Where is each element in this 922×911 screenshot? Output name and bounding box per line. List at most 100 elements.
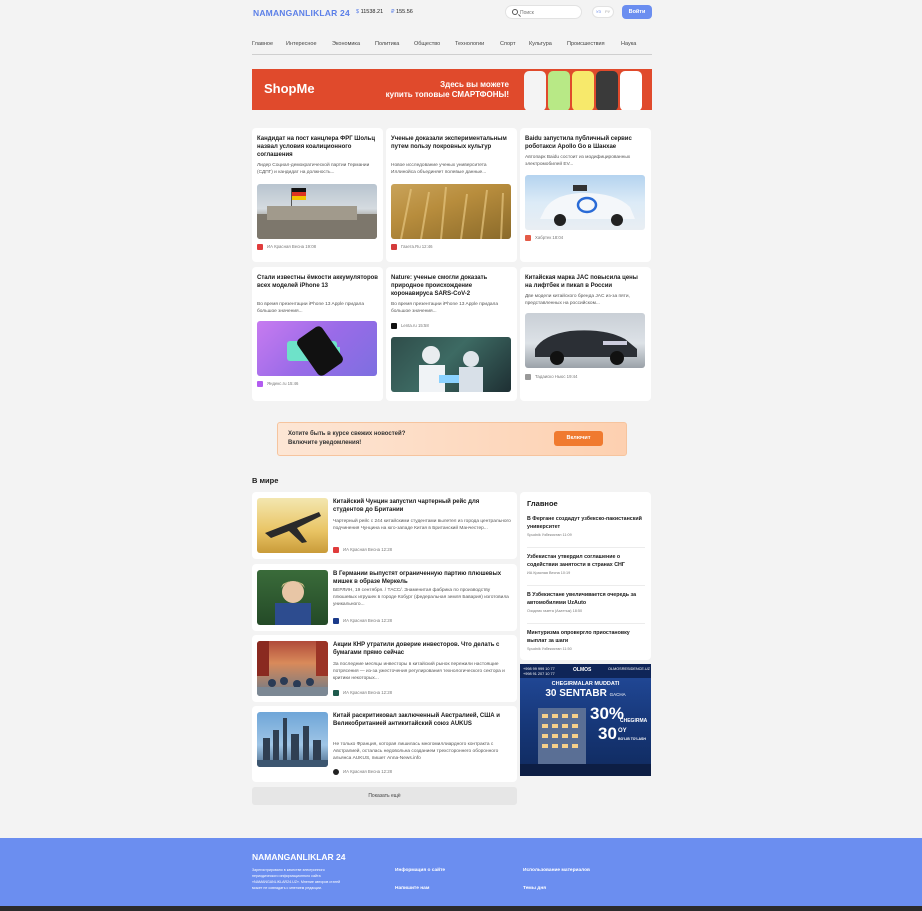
list-item[interactable]: Акции КНР утратили доверие инвесторов. Ч… — [252, 635, 517, 702]
rub-rate: ₽ 155.56 — [391, 9, 413, 15]
news-source: Яндекс.ru 15:46 — [257, 381, 298, 387]
news-title[interactable]: Кандидат на пост канцлера ФРГ Шольц назв… — [257, 135, 378, 159]
news-source: ИА Красная Весна 12:28 — [333, 690, 392, 696]
source-logo-icon — [333, 547, 339, 553]
nav-item[interactable]: Интересное — [286, 41, 317, 47]
realestate-ad[interactable]: +998 99 999 10 77 +998 91 207 10 77 OLMO… — [520, 664, 651, 776]
phone-image — [620, 71, 642, 110]
news-image[interactable] — [257, 498, 328, 553]
nav-item[interactable]: Главное — [252, 41, 273, 47]
news-source: ИА Красная Весна 12:28 — [333, 769, 392, 775]
sidebar-item-title[interactable]: Минтуризма опровергло приостановку выпла… — [527, 630, 645, 645]
sidebar-title: Главное — [527, 499, 558, 508]
news-image[interactable] — [257, 641, 328, 696]
footer-description: Зарегистрировано в качестве электронного… — [252, 868, 341, 890]
news-image[interactable] — [257, 321, 377, 376]
list-item[interactable]: Китайский Чунцин запустил чартерный рейс… — [252, 492, 517, 559]
sidebar-item-title[interactable]: В Узбекистане увеличивается очередь за а… — [527, 592, 645, 607]
news-title[interactable]: Акции КНР утратили доверие инвесторов. Ч… — [333, 641, 511, 657]
news-image[interactable] — [257, 570, 328, 625]
footer-logo[interactable]: NAMANGANLIKLAR 24 — [252, 852, 346, 862]
footer-link-about[interactable]: Информация о сайте — [395, 868, 445, 873]
phone-image — [524, 71, 546, 110]
usd-rate: $ 11538.21 — [356, 9, 383, 15]
news-card[interactable]: Кандидат на пост канцлера ФРГ Шольц назв… — [252, 128, 383, 262]
news-card[interactable]: Nature: ученые смогли доказать природное… — [386, 267, 517, 401]
news-card[interactable]: Baidu запустила публичный сервис роботак… — [520, 128, 651, 262]
news-title[interactable]: Китайский Чунцин запустил чартерный рейс… — [333, 498, 511, 514]
news-image[interactable] — [257, 712, 328, 767]
nav-item[interactable]: Политика — [375, 41, 399, 47]
news-desc: Новое исследование ученых университета И… — [391, 163, 487, 175]
footer-link-contact[interactable]: Напишите нам — [395, 886, 429, 891]
usd-sign: $ — [356, 9, 360, 15]
news-title[interactable]: Nature: ученые смогли доказать природное… — [391, 274, 512, 298]
nav-item[interactable]: Наука — [621, 41, 636, 47]
news-desc: Во время презентации iPhone 13 Apple при… — [391, 302, 499, 314]
news-title[interactable]: Стали известны ёмкости аккумуляторов все… — [257, 274, 378, 290]
login-button[interactable]: Войти — [622, 5, 652, 19]
source-logo-icon — [391, 323, 397, 329]
source-logo-icon — [333, 618, 339, 624]
news-source: Хабртек 18:04 — [525, 235, 563, 241]
sidebar-item[interactable]: В Фергане создадут узбекско-пакистанский… — [527, 516, 645, 537]
site-logo[interactable]: NAMANGANLIKLAR 24 — [253, 8, 350, 18]
news-image[interactable] — [525, 175, 645, 230]
list-item[interactable]: Китай раскритиковал заключенный Австрали… — [252, 706, 517, 782]
news-desc: Чартерный рейс с 244 китайскими студента… — [333, 519, 511, 531]
news-source: Тадаиско Ньюс 19:44 — [525, 374, 577, 380]
news-title[interactable]: Китай раскритиковал заключенный Австрали… — [333, 712, 511, 728]
nav-item[interactable]: Культура — [529, 41, 552, 47]
news-desc: Автопарк Baidu состоит из модифицированн… — [525, 155, 631, 167]
news-title[interactable]: В Германии выпустят ограниченную партию … — [333, 570, 511, 586]
nav-item[interactable]: Общество — [414, 41, 440, 47]
category-nav: Главное Интересное Экономика Политика Об… — [252, 40, 652, 55]
nav-item[interactable]: Технологии — [455, 41, 484, 47]
news-card[interactable]: Ученые доказали экспериментальным путем … — [386, 128, 517, 262]
footer-bottom-bar — [0, 906, 922, 911]
footer-link-usage[interactable]: Использование материалов — [523, 868, 590, 873]
news-title[interactable]: Baidu запустила публичный сервис роботак… — [525, 135, 646, 151]
sidebar-item-title[interactable]: Узбекистан утвердил соглашение о содейст… — [527, 554, 645, 569]
enable-notifications-button[interactable]: Включит — [554, 431, 603, 446]
search-box[interactable] — [505, 5, 582, 19]
robotaxi-image — [540, 185, 635, 226]
sidebar-item[interactable]: Узбекистан утвердил соглашение о содейст… — [527, 554, 645, 575]
phone-image — [572, 71, 594, 110]
divider — [527, 623, 645, 624]
news-desc: За последние месяцы инвесторы в китайски… — [333, 662, 505, 681]
language-switch[interactable]: УЗ РУ — [592, 6, 614, 18]
scientists-image — [419, 346, 483, 392]
footer-link-topics[interactable]: Темы дня — [523, 886, 546, 891]
news-title[interactable]: Ученые доказали экспериментальным путем … — [391, 135, 512, 151]
lang-uz[interactable]: УЗ — [596, 9, 601, 14]
news-desc: Во время презентации iPhone 13 Apple при… — [257, 302, 365, 314]
news-image[interactable] — [391, 337, 511, 392]
news-image[interactable] — [391, 184, 511, 239]
news-card[interactable]: Китайская марка JAC повысила цены на лиф… — [520, 267, 651, 401]
show-more-button[interactable]: Показать ещё — [252, 787, 517, 805]
shop-banner[interactable]: ShopMe Здесь вы можете купить топовые СМ… — [252, 69, 652, 110]
news-image[interactable] — [257, 184, 377, 239]
sidebar-item-title[interactable]: В Фергане создадут узбекско-пакистанский… — [527, 516, 645, 531]
nav-item[interactable]: Спорт — [500, 41, 515, 47]
sidebar-main-news: Главное В Фергане создадут узбекско-паки… — [520, 492, 651, 660]
sidebar-item[interactable]: Минтуризма опровергло приостановку выпла… — [527, 630, 645, 651]
nav-item[interactable]: Экономика — [332, 41, 360, 47]
notification-promo: Хотите быть в курсе свежих новостей? Вкл… — [277, 422, 627, 456]
news-card[interactable]: Стали известны ёмкости аккумуляторов все… — [252, 267, 383, 401]
divider — [527, 547, 645, 548]
news-title[interactable]: Китайская марка JAC повысила цены на лиф… — [525, 274, 646, 290]
list-item[interactable]: В Германии выпустят ограниченную партию … — [252, 564, 517, 631]
banner-line-2: купить топовые СМАРТФОНЫ! — [385, 90, 509, 99]
car-image — [535, 330, 637, 365]
search-input[interactable] — [520, 8, 578, 17]
banner-line-1: Здесь вы можете — [440, 80, 509, 89]
source-logo-icon — [333, 690, 339, 696]
news-image[interactable] — [525, 313, 645, 368]
sidebar-item[interactable]: В Узбекистане увеличивается очередь за а… — [527, 592, 645, 613]
source-logo-icon — [257, 244, 263, 250]
lang-ru[interactable]: РУ — [605, 9, 610, 14]
nav-item[interactable]: Происшествия — [567, 41, 605, 47]
world-section-title: В мире — [252, 476, 279, 485]
